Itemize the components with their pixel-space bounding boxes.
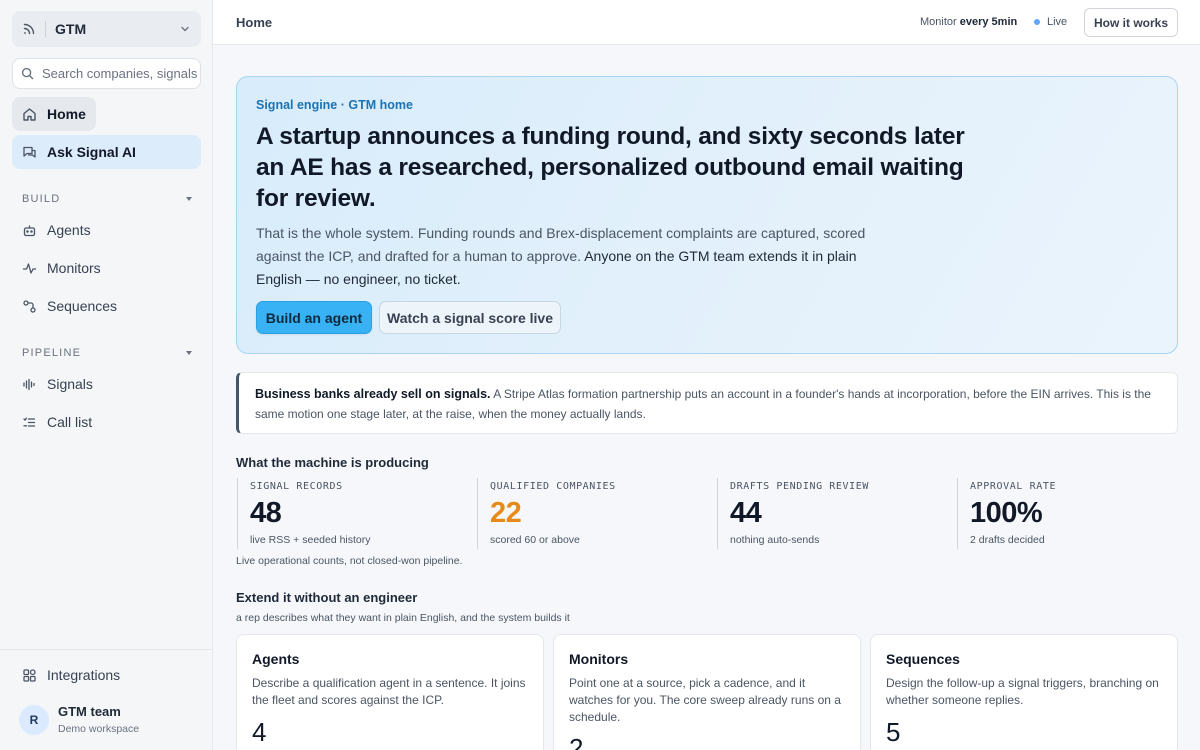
stat-sub: scored 60 or above [490,534,580,546]
chat-icon [22,145,37,160]
rss-icon [22,22,36,36]
stat-sub: nothing auto-sends [730,534,820,546]
card-count: 2 [569,733,584,750]
stats-note: Live operational counts, not closed-won … [236,555,463,567]
list-check-icon [22,415,37,430]
chevron-down-icon [179,23,191,35]
sidebar-item-agents[interactable]: Agents [12,213,101,247]
bot-icon [22,223,37,238]
extend-card-agents[interactable]: Agents Describe a qualification agent in… [236,634,544,750]
sequence-icon [22,299,37,314]
workspace-switcher[interactable]: GTM [12,11,201,47]
card-title: Sequences [886,651,960,667]
sidebar-item-monitors[interactable]: Monitors [12,251,111,285]
section-pipeline-label: PIPELINE [22,347,82,359]
sidebar-item-label: Home [47,106,86,122]
sidebar: GTM Home Ask Signal AI BUILD Agents [0,0,213,750]
team-name[interactable]: GTM team [58,704,121,719]
activity-icon [22,261,37,276]
hero-headline: A startup announces a funding round, and… [256,123,965,212]
stats-title: What the machine is producing [236,455,429,470]
sidebar-item-label: Signals [47,376,93,392]
card-title: Monitors [569,651,629,667]
stat-value: 22 [490,497,522,529]
team-subtitle: Demo workspace [58,723,140,735]
stat-label: APPROVAL RATE [970,481,1057,492]
live-indicator: Live [1034,16,1067,28]
hero-eyebrow: Signal engine · GTM home [256,98,413,112]
card-description: Design the follow-up a signal triggers, … [886,676,1159,707]
stat-sub: live RSS + seeded history [250,534,371,546]
sidebar-item-integrations[interactable]: Integrations [12,658,130,692]
live-dot-icon [1034,19,1040,25]
hero-panel: Signal engine · GTM home A startup annou… [236,76,1178,354]
card-count: 5 [886,717,901,747]
topbar: Home Monitor every 5min Live How it work… [213,0,1200,45]
sidebar-item-label: Monitors [47,260,101,276]
callout-heading: Business banks already sell on signals. [255,387,491,401]
sidebar-item-label: Sequences [47,298,118,314]
search-box [12,58,201,89]
stat-drafts-pending: DRAFTS PENDING REVIEW 44 nothing auto-se… [717,478,947,549]
sidebar-item-call-list[interactable]: Call list [12,405,102,439]
stat-label: DRAFTS PENDING REVIEW [730,481,870,492]
stat-value: 100% [970,497,1043,529]
build-agent-button[interactable]: Build an agent [256,301,372,334]
stat-value: 48 [250,497,282,529]
section-build-label: BUILD [22,193,61,205]
extend-subtitle: a rep describes what they want in plain … [236,612,570,624]
search-icon [21,67,34,80]
card-description: Describe a qualification agent in a sent… [252,676,526,707]
home-icon [22,107,37,122]
hero-body: That is the whole system. Funding rounds… [256,222,896,291]
sidebar-item-label: Call list [47,414,93,430]
sidebar-item-sequences[interactable]: Sequences [12,289,127,323]
section-pipeline[interactable]: PIPELINE [22,347,192,359]
sidebar-item-signals[interactable]: Signals [12,367,103,401]
monitor-interval: every 5min [959,16,1018,28]
integrations-icon [22,668,37,683]
monitor-prefix: Monitor [920,16,957,28]
extend-title: Extend it without an engineer [236,590,418,605]
section-build[interactable]: BUILD [22,193,192,205]
monitor-status: Monitor every 5min [920,16,1017,28]
caret-down-icon [186,351,192,355]
signal-wave-icon [22,377,37,392]
stat-approval-rate: APPROVAL RATE 100% 2 drafts decided [957,478,1187,549]
callout-note: Business banks already sell on signals. … [236,372,1178,434]
stat-qualified-companies: QUALIFIED COMPANIES 22 scored 60 or abov… [477,478,707,549]
search-input[interactable] [42,66,200,81]
sidebar-item-home[interactable]: Home [12,97,96,131]
sidebar-item-label: Ask Signal AI [47,144,136,160]
extend-card-sequences[interactable]: Sequences Design the follow-up a signal … [870,634,1178,750]
extend-card-monitors[interactable]: Monitors Point one at a source, pick a c… [553,634,861,750]
avatar[interactable]: R [19,705,49,735]
card-title: Agents [252,651,300,667]
stat-value: 44 [730,497,762,529]
switcher-divider [45,21,46,37]
sidebar-item-ask-ai[interactable]: Ask Signal AI [12,135,201,169]
stat-label: SIGNAL RECORDS [250,481,343,492]
caret-down-icon [186,197,192,201]
stat-label: QUALIFIED COMPANIES [490,481,616,492]
card-description: Point one at a source, pick a cadence, a… [569,676,841,724]
breadcrumb: Home [236,15,273,30]
stat-signal-records: SIGNAL RECORDS 48 live RSS + seeded hist… [237,478,467,549]
workspace-name: GTM [55,21,87,37]
how-it-works-button[interactable]: How it works [1084,8,1178,37]
watch-signal-button[interactable]: Watch a signal score live [379,301,561,334]
card-count: 4 [252,717,267,747]
sidebar-item-label: Integrations [47,667,121,683]
live-label: Live [1047,16,1068,28]
sidebar-item-label: Agents [47,222,91,238]
stat-sub: 2 drafts decided [970,534,1045,546]
sidebar-divider [0,649,212,650]
